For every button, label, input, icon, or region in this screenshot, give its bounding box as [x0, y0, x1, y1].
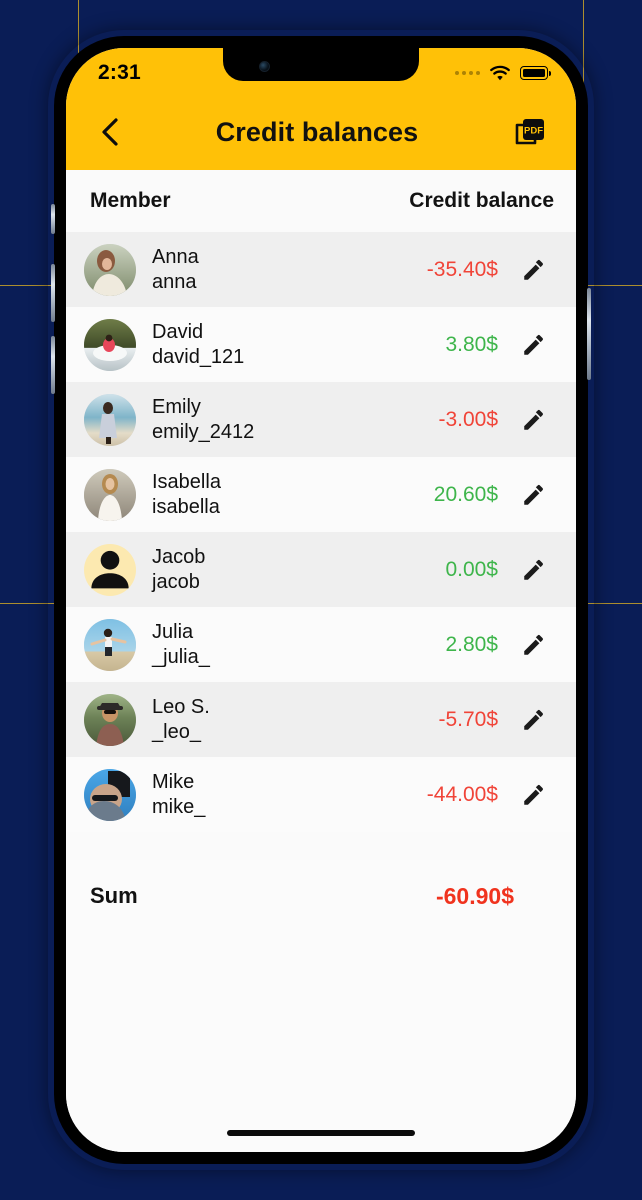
member-name: Mike: [152, 771, 195, 794]
member-handle: isabella: [152, 495, 220, 518]
column-header-member: Member: [90, 189, 171, 212]
summary-label: Sum: [90, 883, 138, 908]
member-handle: jacob: [152, 570, 200, 593]
table-row[interactable]: Anna anna -35.40$: [66, 232, 576, 307]
member-identity: Leo S. _leo_: [152, 695, 210, 744]
status-bar-indicators: [455, 65, 552, 81]
member-name: Anna: [152, 246, 199, 269]
export-pdf-button[interactable]: PDF: [510, 112, 550, 152]
member-identity: Emily emily_2412: [152, 395, 254, 444]
member-handle: anna: [152, 270, 197, 293]
pencil-icon: [524, 559, 543, 580]
table-row[interactable]: Emily emily_2412 -3.00$: [66, 382, 576, 457]
avatar: [84, 318, 136, 371]
person-icon: [91, 550, 129, 588]
table-header: Member Credit balance: [66, 170, 576, 232]
member-name: Julia: [152, 621, 194, 644]
column-header-balance: Credit balance: [409, 189, 554, 212]
table-row[interactable]: David david_121 3.80$: [66, 307, 576, 382]
summary-value: -60.90$: [435, 882, 514, 909]
edit-balance-button[interactable]: [514, 700, 554, 740]
credit-balance-value: 0.00$: [445, 557, 498, 581]
member-identity: Julia _julia_: [152, 620, 210, 669]
signal-dots-icon: [455, 71, 480, 75]
wifi-icon: [490, 65, 510, 81]
volume-down-button[interactable]: [51, 336, 55, 394]
edit-balance-button[interactable]: [514, 625, 554, 665]
member-name: Jacob: [152, 546, 206, 569]
avatar: [84, 468, 136, 521]
pencil-icon: [524, 634, 543, 655]
table-row[interactable]: Isabella isabella 20.60$: [66, 457, 576, 532]
member-handle: _leo_: [152, 720, 201, 743]
member-name: Isabella: [152, 471, 221, 494]
member-name: Emily: [152, 396, 201, 419]
credit-balance-value: -5.70$: [438, 707, 498, 731]
member-identity: Isabella isabella: [152, 470, 221, 519]
silent-switch-button[interactable]: [51, 204, 55, 234]
member-handle: emily_2412: [152, 420, 255, 443]
pencil-icon: [524, 784, 543, 805]
avatar-placeholder: [84, 543, 136, 596]
member-identity: Jacob jacob: [152, 545, 205, 594]
avatar: [84, 393, 136, 446]
credit-balance-value: -44.00$: [426, 782, 498, 806]
front-camera-icon: [259, 61, 270, 72]
member-name: Leo S.: [152, 696, 210, 719]
table-row[interactable]: Jacob jacob 0.00$: [66, 532, 576, 607]
pdf-export-icon: PDF: [515, 119, 544, 145]
pencil-icon: [524, 484, 543, 505]
pencil-icon: [524, 409, 543, 430]
edit-balance-button[interactable]: [514, 250, 554, 290]
pencil-icon: [524, 259, 543, 280]
edit-balance-button[interactable]: [514, 400, 554, 440]
pencil-icon: [524, 709, 543, 730]
svg-text:PDF: PDF: [524, 125, 543, 136]
status-bar-clock: 2:31: [98, 61, 141, 84]
edit-balance-button[interactable]: [514, 550, 554, 590]
edit-balance-button[interactable]: [514, 325, 554, 365]
power-button[interactable]: [587, 288, 591, 380]
phone-bezel: 2:31 Credit balances PDF Member Credit b…: [51, 36, 591, 1164]
member-name: David: [152, 321, 204, 344]
avatar: [84, 618, 136, 671]
summary-row: Sum -60.90$: [66, 860, 576, 932]
edit-balance-button[interactable]: [514, 775, 554, 815]
avatar: [84, 768, 136, 821]
member-identity: Mike mike_: [152, 770, 205, 819]
table-row[interactable]: Mike mike_ -44.00$: [66, 757, 576, 832]
phone-screen: 2:31 Credit balances PDF Member Credit b…: [66, 48, 576, 1152]
home-indicator[interactable]: [227, 1130, 415, 1136]
credit-balance-value: 3.80$: [445, 332, 498, 356]
pencil-icon: [524, 334, 543, 355]
credit-balance-value: -35.40$: [426, 257, 498, 281]
edit-balance-button[interactable]: [514, 475, 554, 515]
chevron-left-icon: [102, 118, 118, 146]
battery-full-icon: [520, 66, 552, 80]
member-identity: David david_121: [152, 320, 244, 369]
empty-space: [66, 932, 576, 1152]
member-identity: Anna anna: [152, 245, 199, 294]
avatar: [84, 693, 136, 746]
credit-balance-value: 20.60$: [433, 482, 498, 506]
table-row[interactable]: Leo S. _leo_ -5.70$: [66, 682, 576, 757]
table-row[interactable]: Julia _julia_ 2.80$: [66, 607, 576, 682]
volume-up-button[interactable]: [51, 264, 55, 322]
app-bar: Credit balances PDF: [66, 94, 576, 170]
member-handle: david_121: [152, 345, 245, 368]
member-handle: _julia_: [152, 645, 210, 668]
member-handle: mike_: [152, 795, 206, 818]
credit-balance-value: 2.80$: [445, 632, 498, 656]
avatar: [84, 243, 136, 296]
page-title: Credit balances: [215, 116, 419, 147]
phone-device-frame: 2:31 Credit balances PDF Member Credit b…: [48, 30, 594, 1170]
credit-balance-value: -3.00$: [438, 407, 498, 431]
member-list: Anna anna -35.40$ David david_121 3.80$ Emily e…: [66, 232, 576, 832]
device-notch: [223, 48, 419, 81]
